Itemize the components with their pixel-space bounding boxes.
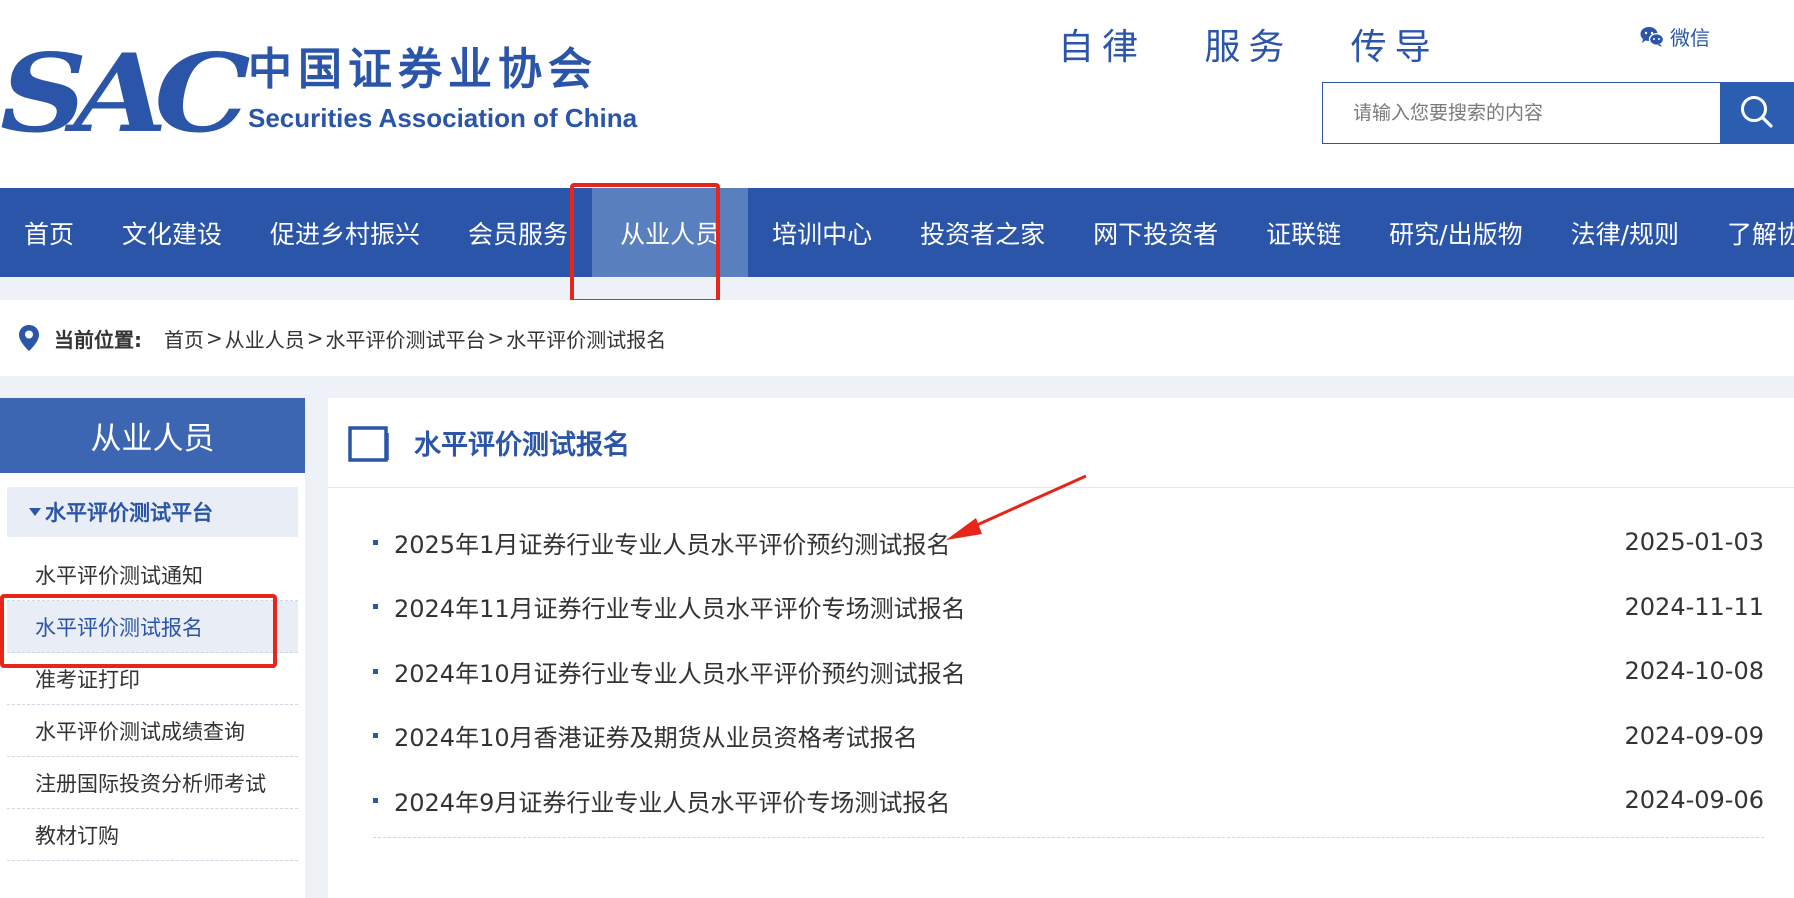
list-item[interactable]: 2024年10月证券行业专业人员水平评价预约测试报名 2024-10-08: [373, 639, 1764, 704]
nav-item-member-services[interactable]: 会员服务: [444, 188, 592, 277]
square-frame-icon: [348, 424, 392, 462]
nav-item-rural-revitalization[interactable]: 促进乡村振兴: [246, 188, 444, 277]
nav-item-home[interactable]: 首页: [0, 188, 98, 277]
main-nav: 首页 文化建设 促进乡村振兴 会员服务 从业人员 培训中心 投资者之家 网下投资…: [0, 188, 1794, 277]
site-slogan: 自律 服务 传导: [1058, 27, 1439, 68]
news-list: 2025年1月证券行业专业人员水平评价预约测试报名 2025-01-03 202…: [373, 510, 1764, 838]
breadcrumb-label: 当前位置:: [54, 327, 142, 352]
logo-mark: SAC: [0, 31, 251, 157]
bullet-icon: [373, 668, 378, 674]
breadcrumb-separator: >: [206, 326, 223, 350]
bullet-icon: [373, 797, 378, 803]
list-item-date: 2024-09-09: [1624, 721, 1764, 750]
nav-item-culture[interactable]: 文化建设: [98, 188, 246, 277]
breadcrumb-home[interactable]: 首页: [164, 324, 204, 353]
list-item[interactable]: 2024年9月证券行业专业人员水平评价专场测试报名 2024-09-06: [373, 768, 1764, 833]
location-pin-icon: [18, 324, 40, 352]
list-item-date: 2024-11-11: [1624, 592, 1764, 621]
search-input[interactable]: [1322, 82, 1720, 144]
sidebar-item-test-notice[interactable]: 水平评价测试通知: [7, 549, 298, 601]
breadcrumb-separator: >: [306, 326, 324, 350]
list-item-date: 2025-01-03: [1624, 528, 1764, 557]
nav-item-chain[interactable]: 证联链: [1242, 188, 1365, 277]
breadcrumb-test-platform[interactable]: 水平评价测试平台: [326, 324, 486, 353]
main-content: 水平评价测试报名 2025年1月证券行业专业人员水平评价预约测试报名 2025-…: [328, 398, 1794, 898]
list-item-left: 2025年1月证券行业专业人员水平评价预约测试报名: [373, 525, 950, 560]
list-item-date: 2024-09-06: [1624, 786, 1764, 815]
list-item[interactable]: 2024年11月证券行业专业人员水平评价专场测试报名 2024-11-11: [373, 575, 1764, 640]
list-item-left: 2024年9月证券行业专业人员水平评价专场测试报名: [373, 783, 950, 818]
wechat-label: 微信: [1670, 26, 1710, 50]
nav-item-practitioners[interactable]: 从业人员: [592, 188, 749, 277]
nav-item-rules[interactable]: 法律/规则: [1547, 188, 1703, 277]
nav-item-about[interactable]: 了解协会: [1703, 188, 1794, 277]
bullet-icon: [373, 539, 378, 545]
breadcrumb: 当前位置: 首页 > 从业人员 > 水平评价测试平台 > 水平评价测试报名: [0, 300, 1794, 376]
list-item-date: 2024-10-08: [1624, 657, 1764, 686]
sidebar-item-score-query[interactable]: 水平评价测试成绩查询: [7, 705, 298, 757]
list-item-title[interactable]: 2024年11月证券行业专业人员水平评价专场测试报名: [394, 589, 966, 624]
sidebar-group-test-platform[interactable]: 水平评价测试平台: [7, 487, 298, 537]
sidebar-group-label: 水平评价测试平台: [45, 501, 213, 525]
bullet-icon: [373, 604, 378, 610]
nav-item-investors-home[interactable]: 投资者之家: [896, 188, 1069, 277]
site-header: SAC 中国证券业协会 Securities Association of Ch…: [0, 0, 1794, 188]
nav-item-research[interactable]: 研究/出版物: [1365, 188, 1546, 277]
search-button[interactable]: [1720, 82, 1794, 144]
breadcrumb-practitioners[interactable]: 从业人员: [225, 324, 305, 353]
sidebar-item-ciia-exam[interactable]: 注册国际投资分析师考试: [7, 757, 298, 809]
section-title: 水平评价测试报名: [414, 430, 630, 461]
list-item[interactable]: 2024年10月香港证券及期货从业员资格考试报名 2024-09-09: [373, 704, 1764, 769]
list-item-left: 2024年11月证券行业专业人员水平评价专场测试报名: [373, 589, 966, 624]
list-item-title[interactable]: 2024年10月香港证券及期货从业员资格考试报名: [394, 718, 918, 753]
list-item-left: 2024年10月证券行业专业人员水平评价预约测试报名: [373, 654, 966, 689]
caret-down-icon: [29, 508, 41, 516]
wechat-link[interactable]: 微信: [1640, 22, 1710, 51]
sidebar: 从业人员 水平评价测试平台 水平评价测试通知 水平评价测试报名 准考证打印 水平…: [0, 398, 305, 898]
sidebar-item-test-registration[interactable]: 水平评价测试报名: [7, 601, 298, 653]
logo-name-cn: 中国证券业协会: [248, 44, 598, 95]
list-item-left: 2024年10月香港证券及期货从业员资格考试报名: [373, 718, 918, 753]
section-header: 水平评价测试报名: [328, 398, 1794, 488]
sidebar-item-admission-ticket[interactable]: 准考证打印: [7, 653, 298, 705]
sidebar-item-textbook-order[interactable]: 教材订购: [7, 809, 298, 861]
breadcrumb-current[interactable]: 水平评价测试报名: [506, 324, 666, 353]
wechat-icon: [1640, 26, 1664, 48]
search-icon: [1739, 94, 1775, 133]
nav-item-offline-investors[interactable]: 网下投资者: [1069, 188, 1242, 277]
list-item-title[interactable]: 2024年10月证券行业专业人员水平评价预约测试报名: [394, 654, 966, 689]
sidebar-list: 水平评价测试通知 水平评价测试报名 准考证打印 水平评价测试成绩查询 注册国际投…: [0, 549, 305, 861]
bullet-icon: [373, 733, 378, 739]
breadcrumb-separator: >: [487, 326, 505, 350]
sidebar-title: 从业人员: [0, 398, 305, 473]
list-item-title[interactable]: 2024年9月证券行业专业人员水平评价专场测试报名: [394, 783, 950, 818]
nav-item-training[interactable]: 培训中心: [748, 188, 896, 277]
site-logo[interactable]: SAC 中国证券业协会 Securities Association of Ch…: [0, 38, 700, 148]
list-item-title[interactable]: 2025年1月证券行业专业人员水平评价预约测试报名: [394, 525, 950, 560]
list-item[interactable]: 2025年1月证券行业专业人员水平评价预约测试报名 2025-01-03: [373, 510, 1764, 575]
logo-name-en: Securities Association of China: [248, 103, 638, 133]
